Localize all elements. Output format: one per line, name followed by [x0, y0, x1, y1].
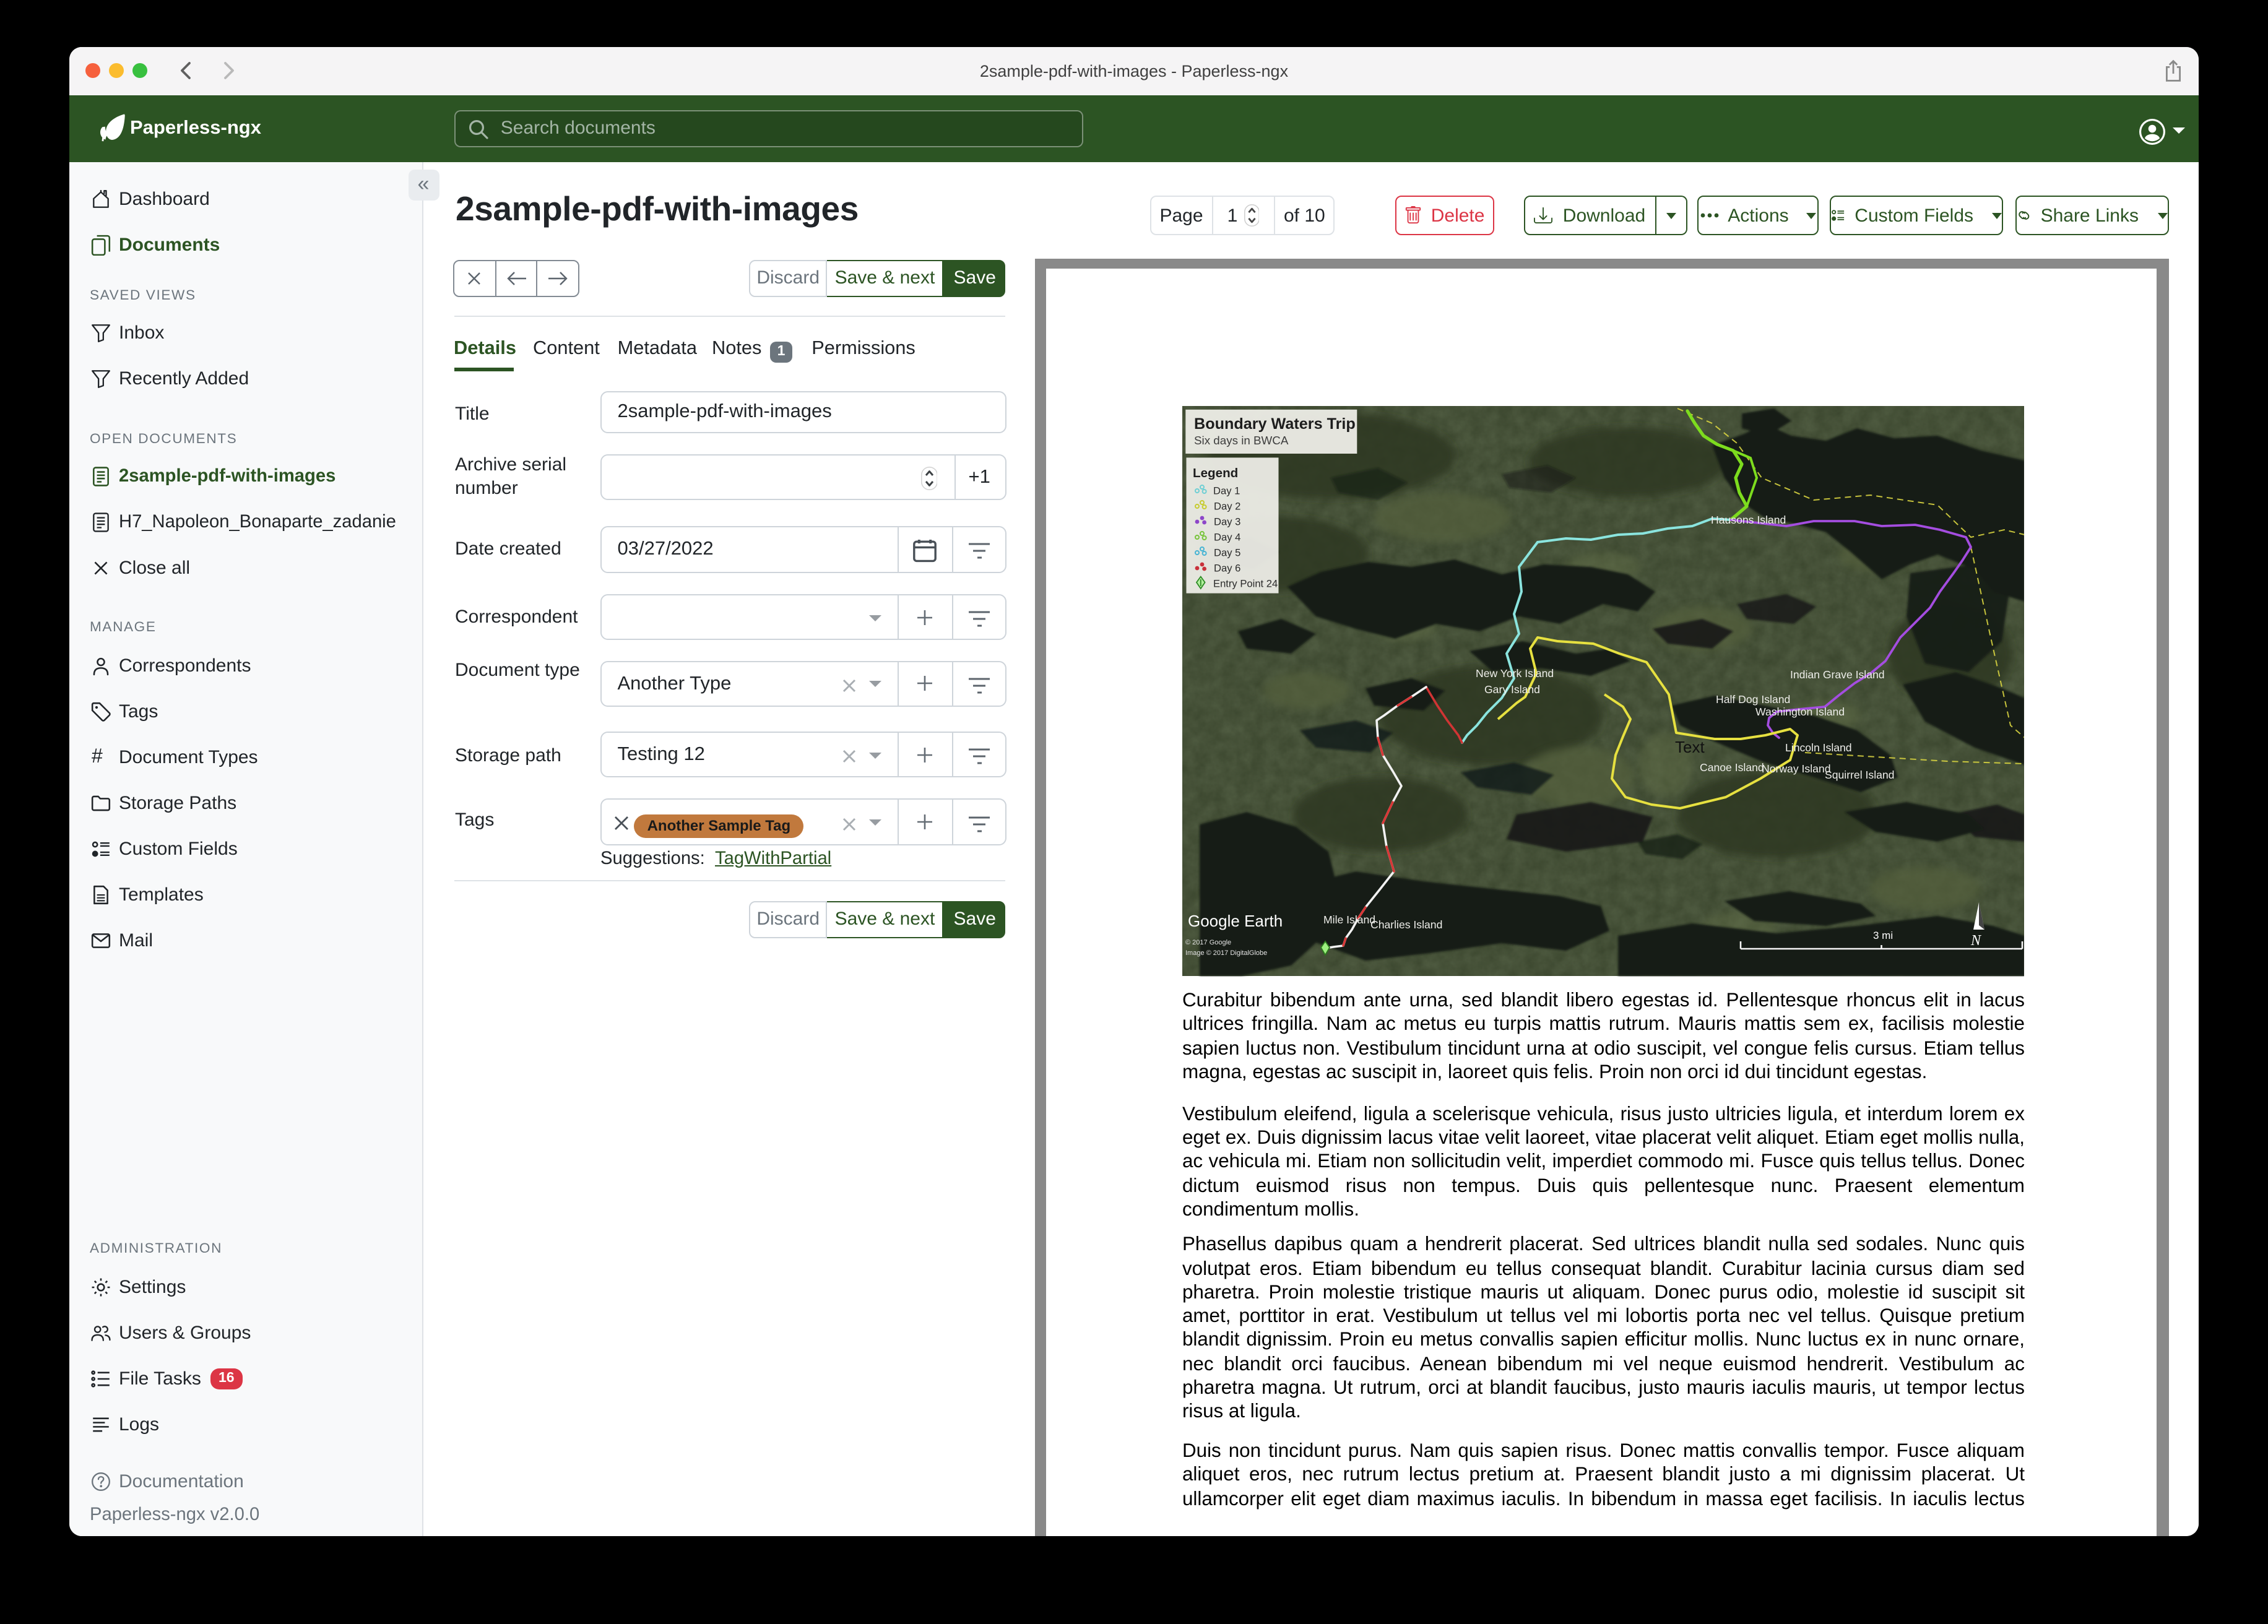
svg-text:Canoe Island: Canoe Island: [1700, 762, 1764, 774]
svg-text:Day 1: Day 1: [1213, 486, 1240, 498]
svg-text:Day 5: Day 5: [1214, 548, 1240, 559]
svg-text:Legend: Legend: [1193, 467, 1238, 481]
svg-text:Google Earth: Google Earth: [1188, 912, 1283, 931]
svg-text:N: N: [1970, 933, 1982, 949]
svg-text:Mile Island: Mile Island: [1323, 914, 1375, 926]
svg-text:Half Dog Island: Half Dog Island: [1716, 694, 1790, 706]
svg-text:Charlies Island: Charlies Island: [1370, 919, 1442, 931]
svg-text:Day 6: Day 6: [1214, 563, 1240, 575]
svg-text:Hausons Island: Hausons Island: [1711, 514, 1786, 527]
svg-text:3 mi: 3 mi: [1873, 930, 1893, 942]
svg-text:Day 3: Day 3: [1214, 517, 1240, 529]
svg-text:New York Island: New York Island: [1476, 668, 1554, 680]
svg-text:Lincoln Island: Lincoln Island: [1785, 742, 1852, 754]
svg-text:Day 2: Day 2: [1214, 501, 1240, 513]
svg-text:Squirrel Island: Squirrel Island: [1825, 769, 1894, 782]
svg-text:Boundary Waters Trip: Boundary Waters Trip: [1194, 416, 1356, 433]
svg-text:Six days in BWCA: Six days in BWCA: [1194, 434, 1289, 447]
svg-text:Entry Point 24: Entry Point 24: [1213, 579, 1278, 590]
svg-text:Text: Text: [1675, 738, 1705, 757]
svg-text:Gary Island: Gary Island: [1484, 684, 1540, 696]
svg-text:Day 4: Day 4: [1214, 532, 1240, 544]
svg-text:Washington Island: Washington Island: [1755, 706, 1845, 719]
svg-text:© 2017 Google: © 2017 Google: [1185, 939, 1231, 947]
svg-text:Indian Grave Island: Indian Grave Island: [1790, 669, 1885, 681]
svg-text:Norway Island: Norway Island: [1762, 763, 1830, 775]
svg-text:Image © 2017 DigitalGlobe: Image © 2017 DigitalGlobe: [1185, 950, 1267, 957]
